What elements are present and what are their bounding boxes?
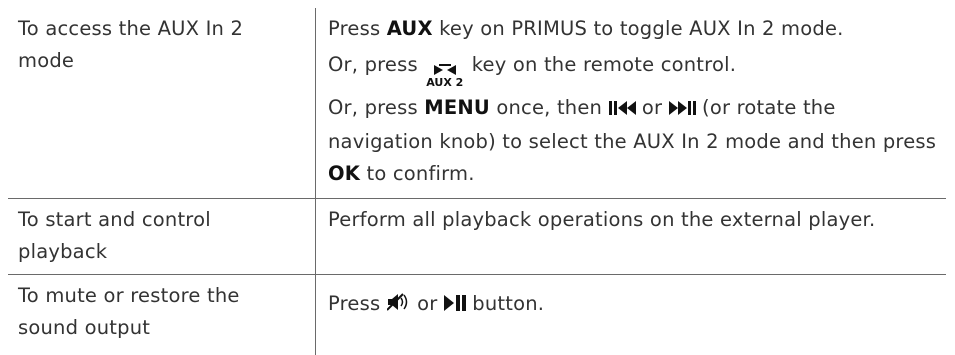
description-cell: Press AUX key on PRIMUS to toggle AUX In… bbox=[315, 8, 946, 199]
description-cell: Perform all playback operations on the e… bbox=[315, 198, 946, 275]
action-cell: To mute or restore the sound output bbox=[8, 274, 316, 355]
text: to confirm. bbox=[360, 162, 475, 185]
text: key on PRIMUS to toggle AUX In 2 mode. bbox=[432, 17, 844, 40]
text: once, then bbox=[489, 96, 609, 119]
table-row: To mute or restore the sound output Pres… bbox=[8, 274, 946, 355]
instruction-line: Press AUX key on PRIMUS to toggle AUX In… bbox=[328, 13, 942, 45]
table-row: To access the AUX In 2 mode Press AUX ke… bbox=[8, 8, 946, 199]
table-row: To start and control playback Perform al… bbox=[8, 198, 946, 275]
text: Press bbox=[328, 292, 387, 315]
text: key on the remote control. bbox=[465, 53, 737, 76]
instruction-line: Press or button. bbox=[328, 288, 942, 322]
aux2-swap-icon: AUX 2 bbox=[426, 63, 463, 88]
text: or bbox=[635, 96, 669, 119]
text: or bbox=[410, 292, 444, 315]
action-cell: To start and control playback bbox=[8, 198, 316, 275]
pause-previous-icon bbox=[608, 94, 636, 126]
description-cell: Press or button. bbox=[315, 274, 946, 355]
aux2-icon-label: AUX 2 bbox=[426, 76, 464, 89]
text: button. bbox=[465, 292, 545, 315]
text: Press bbox=[328, 17, 387, 40]
action-cell: To access the AUX In 2 mode bbox=[8, 8, 316, 199]
instruction-table: To access the AUX In 2 mode Press AUX ke… bbox=[8, 8, 946, 355]
aux-key-label: AUX bbox=[386, 17, 433, 40]
next-play-icon bbox=[668, 94, 696, 126]
mute-speaker-icon bbox=[386, 290, 411, 322]
ok-key-label: OK bbox=[328, 162, 361, 185]
instruction-line: Or, press MENU once, then or (or rotate … bbox=[328, 92, 942, 190]
instruction-line: Or, press AUX 2 key on the remote contro… bbox=[328, 49, 942, 88]
text: Or, press bbox=[328, 53, 425, 76]
text: Or, press bbox=[328, 96, 425, 119]
menu-key-label: MENU bbox=[424, 96, 490, 119]
play-pause-icon bbox=[443, 290, 466, 322]
